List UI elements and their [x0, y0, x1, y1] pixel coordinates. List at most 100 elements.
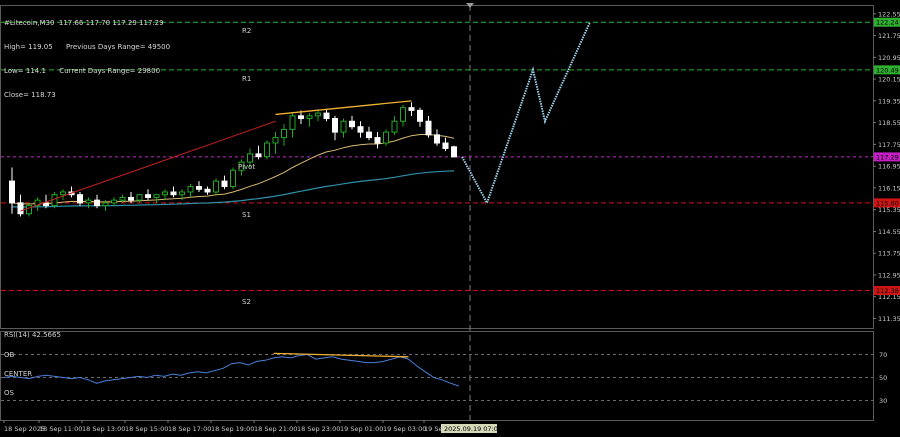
candle-bear: [323, 112, 330, 120]
rsi-frame: [0, 331, 874, 421]
candle-bear: [298, 115, 304, 120]
candle-bear: [196, 186, 202, 190]
label-r2: R2: [242, 27, 252, 35]
level-tag-label: 112.38: [876, 287, 899, 295]
candle-bear: [9, 180, 15, 204]
close-value: Close= 118.73: [4, 91, 56, 99]
price-divergence-line: [275, 100, 412, 116]
symbol-line: #Litecoin,M30 117.66 117.70 117.29 117.2…: [4, 19, 164, 27]
time-tick-label: 18 Sep 13:00: [82, 425, 125, 433]
candles-layer: [9, 102, 457, 217]
candle-bull: [306, 115, 313, 120]
candle-bull: [153, 194, 160, 198]
candle-bull: [26, 205, 32, 215]
candle-bear: [221, 180, 228, 188]
candle-bull: [230, 169, 236, 188]
price-tick-label: 111.35: [878, 315, 900, 323]
candle-bull: [60, 191, 66, 196]
time-tick-label: 18 Sep 17:00: [168, 425, 211, 433]
candle-bear: [408, 107, 415, 111]
candle-bull: [264, 142, 270, 158]
candle-bear: [374, 137, 381, 144]
candle-bull: [281, 128, 287, 139]
rsi-tick-label: 70: [879, 351, 887, 359]
candle-bull: [400, 107, 406, 122]
time-tick-label: 19 Se: [424, 425, 442, 433]
candle-bear: [434, 134, 440, 144]
candle-bear: [43, 202, 49, 207]
label-r1: R1: [242, 75, 252, 83]
rsi-tick-label: 30: [879, 397, 887, 405]
candle-bull: [213, 180, 219, 193]
candle-bull: [391, 120, 398, 133]
rsi-panel: [1, 352, 873, 401]
candle-bear: [451, 146, 457, 158]
label-s1: S1: [242, 211, 251, 219]
label-s2: S2: [242, 298, 251, 306]
price-tick-label: 116.95: [878, 163, 900, 171]
chart-header: #Litecoin,M30 117.66 117.70 117.29 117.2…: [4, 3, 170, 107]
candle-bear: [442, 142, 449, 149]
candle-bull: [179, 191, 185, 196]
time-tick-label: 18 Sep 15:00: [125, 425, 168, 433]
candle-bull: [187, 186, 194, 193]
level-tag-label: 115.60: [876, 199, 899, 207]
price-tick-label: 120.95: [878, 54, 900, 62]
low-value: Low= 114.1: [4, 67, 46, 75]
candle-bull: [289, 115, 296, 130]
cursor-time-label: 2025.09.19 07:00: [444, 425, 502, 433]
candle-bull: [272, 137, 279, 144]
time-tick-label: 18 Sep 19:00: [211, 425, 254, 433]
time-tick-label: 19 Sep 03:00: [383, 425, 426, 433]
candle-bull: [383, 131, 389, 144]
price-tick-label: 116.15: [878, 184, 900, 192]
current-days-range: Current Days Range= 29800: [59, 67, 161, 75]
candle-bear: [204, 188, 211, 193]
candle-bear: [255, 153, 262, 158]
label-pivot: Pivot: [238, 163, 256, 171]
rsi-center-label: CENTER: [4, 370, 33, 378]
price-tick-label: 118.55: [878, 119, 900, 127]
candle-bear: [349, 120, 355, 128]
time-tick-label: 18 Sep 23:00: [297, 425, 340, 433]
candle-bear: [94, 199, 100, 207]
rsi-os-label: OS: [4, 389, 14, 397]
candle-bull: [102, 202, 109, 207]
time-tick-label: 18 Sep 11:00: [39, 425, 82, 433]
price-tick-label: 119.35: [878, 97, 900, 105]
candle-bear: [128, 196, 134, 201]
price-tick-label: 122.55: [878, 10, 900, 18]
level-tag-label: 122.24: [876, 19, 899, 27]
candle-bear: [170, 191, 177, 196]
level-tag-label: 117.29: [876, 153, 899, 161]
candle-bear: [425, 120, 432, 136]
high-value: High= 119.05: [4, 43, 53, 51]
candle-bull: [340, 120, 347, 133]
rsi-divergence-line: [273, 352, 409, 358]
candle-bull: [85, 199, 92, 204]
price-tick-label: 113.75: [878, 250, 900, 258]
candle-bear: [17, 202, 24, 215]
candle-bear: [366, 131, 372, 139]
projection-path: [461, 21, 591, 206]
candle-bear: [77, 194, 83, 204]
rsi-line: [3, 353, 460, 387]
candle-bear: [332, 118, 338, 133]
candle-bull: [136, 194, 143, 201]
price-tick-label: 120.15: [878, 76, 900, 84]
price-tick-label: 117.75: [878, 141, 900, 149]
candle-bear: [417, 109, 423, 122]
time-tick-label: 19 Sep 01:00: [340, 425, 383, 433]
price-tick-label: 114.55: [878, 228, 900, 236]
candle-bear: [145, 194, 151, 198]
rsi-ob-label: OB: [4, 351, 15, 359]
level-tag-label: 120.49: [876, 66, 899, 74]
candle-bear: [357, 126, 364, 133]
rsi-label: RSI(14) 42.5665: [4, 331, 61, 339]
prev-days-range: Previous Days Range= 49500: [66, 43, 171, 51]
candle-bull: [162, 191, 168, 196]
price-tick-label: 112.95: [878, 271, 900, 279]
candle-bull: [111, 199, 117, 204]
candle-bull: [247, 153, 253, 163]
candle-bull: [315, 112, 321, 117]
